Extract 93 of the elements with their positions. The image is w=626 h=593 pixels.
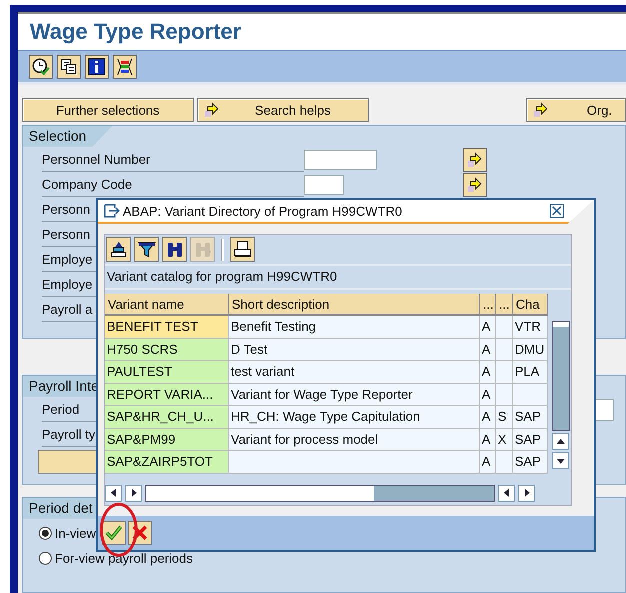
horizontal-scrollbar[interactable] — [145, 484, 495, 502]
table-cell[interactable]: REPORT VARIA... — [105, 384, 229, 406]
table-cell: Variant for process model — [229, 428, 480, 451]
toolbar-button[interactable] — [162, 237, 187, 262]
table-cell: A — [480, 338, 496, 361]
up-arrow-icon — [556, 438, 564, 446]
radio-button[interactable] — [39, 526, 52, 540]
table-cell: HR_CH: Wage Type Capitulation — [229, 406, 480, 428]
window-icon — [104, 204, 120, 218]
table-cell: Benefit Testing — [229, 316, 480, 338]
input-field[interactable] — [304, 150, 377, 170]
table-cell[interactable]: H750 SCRS — [105, 338, 229, 361]
table-cell: SAP — [513, 451, 548, 474]
table-cell: A — [480, 316, 496, 338]
table-cell[interactable]: BENEFIT TEST — [105, 316, 229, 338]
table-cell: D Test — [229, 338, 480, 361]
down-arrow-icon — [556, 456, 564, 464]
radio-label: In-view — [55, 526, 96, 540]
arrow-icon — [467, 176, 483, 192]
table-cell — [496, 384, 513, 406]
window-title: Wage Type Reporter — [30, 19, 242, 45]
toolbar-button[interactable] — [85, 54, 109, 78]
column-header[interactable]: ... — [480, 294, 496, 316]
toolbar-button[interactable] — [113, 54, 137, 78]
table-cell: SAP — [513, 406, 548, 428]
toolbar-button[interactable] — [134, 237, 159, 262]
arrow-icon — [204, 102, 220, 118]
table-cell: DMU — [513, 338, 548, 361]
table-cell: S — [496, 406, 513, 428]
layout-icon — [116, 58, 134, 76]
right-arrow-icon — [522, 489, 530, 497]
vertical-scrollbar[interactable] — [552, 321, 570, 431]
close-icon — [132, 525, 148, 541]
field-label: Personnel Number — [42, 148, 304, 172]
multiple-selection-button[interactable] — [463, 148, 487, 172]
left-arrow-icon — [110, 489, 118, 497]
table-cell: Variant for Wage Type Reporter — [229, 384, 480, 406]
table-cell — [513, 384, 548, 406]
field-label: Company Code — [42, 172, 304, 196]
close-button[interactable] — [550, 204, 564, 218]
scroll-left-button[interactable] — [105, 484, 122, 502]
right-arrow-icon — [130, 489, 138, 497]
table-cell[interactable]: SAP&PM99 — [105, 428, 229, 451]
table-cell[interactable]: SAP&ZAIRP5TOT — [105, 451, 229, 474]
input-field[interactable] — [594, 398, 614, 420]
table-cell — [496, 361, 513, 384]
column-header[interactable]: Variant name — [105, 294, 229, 316]
filter-icon — [138, 240, 156, 258]
table-cell: A — [480, 384, 496, 406]
table-cell: A — [480, 428, 496, 451]
further-selections-button[interactable]: Further selections — [22, 98, 194, 122]
scroll-left-button[interactable] — [498, 484, 515, 502]
table-cell: A — [480, 451, 496, 474]
confirm-button[interactable] — [102, 521, 126, 545]
arrow-icon — [533, 102, 549, 118]
info-icon — [88, 58, 106, 76]
table-cell — [496, 316, 513, 338]
push-button[interactable]: Search helps — [197, 98, 369, 122]
copy-icon — [60, 58, 78, 76]
toolbar-button[interactable] — [29, 54, 53, 78]
table-cell[interactable]: PAULTEST — [105, 361, 229, 384]
table-cell: SAP — [513, 428, 548, 451]
scroll-right-button[interactable] — [125, 484, 142, 502]
table-cell: PLA — [513, 361, 548, 384]
printer-icon — [234, 240, 252, 258]
table-cell — [496, 451, 513, 474]
scroll-up-button[interactable] — [552, 433, 569, 450]
catalog-caption: Variant catalog for program H99CWTR0 — [105, 266, 571, 290]
input-field[interactable] — [304, 174, 344, 194]
scroll-down-button[interactable] — [552, 452, 569, 469]
table-cell: A — [480, 406, 496, 428]
arrow-icon — [467, 152, 483, 168]
column-header[interactable]: Short description — [229, 294, 480, 316]
radio-label: For-view payroll periods — [55, 550, 193, 566]
column-header[interactable]: ... — [496, 294, 513, 316]
column-header[interactable]: Cha — [513, 294, 548, 316]
toolbar-button[interactable] — [230, 237, 255, 262]
table-cell: VTR — [513, 316, 548, 338]
toolbar-button[interactable] — [57, 54, 81, 78]
sort-icon — [110, 240, 128, 258]
multiple-selection-button[interactable] — [463, 172, 487, 196]
table-cell — [496, 338, 513, 361]
radio-button[interactable] — [39, 552, 52, 564]
left-arrow-icon — [502, 489, 510, 497]
toolbar-button[interactable] — [106, 237, 131, 262]
checkmark-icon — [105, 525, 123, 541]
table-cell: test variant — [229, 361, 480, 384]
scroll-right-button[interactable] — [518, 484, 535, 502]
table-cell: X — [496, 428, 513, 451]
push-button[interactable]: Org. — [526, 98, 626, 122]
table-cell[interactable]: SAP&HR_CH_U... — [105, 406, 229, 428]
table-cell: A — [480, 361, 496, 384]
clock-icon — [32, 58, 50, 76]
